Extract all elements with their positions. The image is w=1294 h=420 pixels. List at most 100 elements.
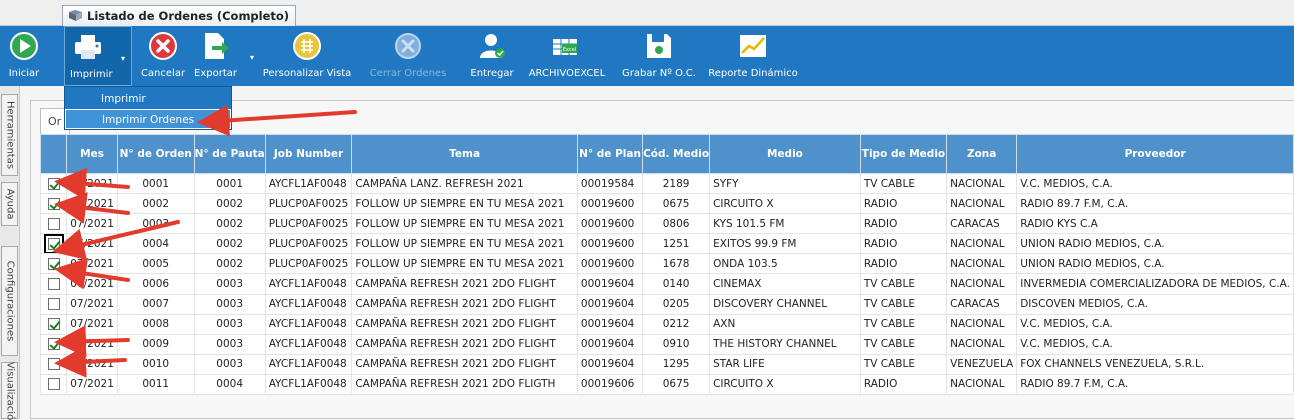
column-header[interactable]: Tipo de Medio [859,134,948,174]
orders-table: Mes N° de Orden N° de Pauta Job Number Tema N… [39,134,1294,396]
menu-item-imprimir-ordenes[interactable]: Imprimir Ordenes [65,109,231,129]
column-header[interactable]: Medio [709,134,861,174]
imprimir-button[interactable]: ▾ Imprimir [64,26,132,86]
table-row[interactable]: 07/2021 0009 0003 AYCFL1AF0048 CAMPAÑA REFRE… [39,333,1294,355]
cell-plan: 00019604 [576,273,644,295]
exportar-dropdown-icon: ▾ [250,53,255,62]
menu-item-imprimir[interactable]: Imprimir [65,89,231,109]
row-checkbox[interactable] [47,278,60,291]
row-checkbox[interactable] [47,318,60,331]
iniciar-button[interactable]: Iniciar [4,26,44,86]
exportar-button[interactable]: ▾ Exportar [190,26,254,86]
table-row[interactable]: 07/2021 0008 0003 AYCFL1AF0048 CAMPAÑA REFRE… [39,313,1294,335]
excel-icon: Excel [553,39,577,55]
column-header[interactable]: N° de Orden [116,134,195,174]
cell-cod: 1251 [642,233,711,255]
cell-tipo: TV CABLE [859,172,948,195]
visualizacion-tab[interactable]: Visualizació [1,361,18,420]
row-checkbox[interactable] [47,358,60,371]
entregar-button[interactable]: Entregar [465,26,519,86]
row-checkbox[interactable] [47,177,60,190]
cell-tipo: TV CABLE [859,353,948,375]
table-row[interactable]: 07/2021 0003 0002 PLUCP0AF0025 FOLLOW UP SIE… [39,213,1294,235]
cell-proveedor: INVERMEDIA COMERCIALIZADORA DE MEDIOS, C… [1016,273,1294,295]
cell-mes: 07/2021 [66,353,118,375]
configuraciones-tab[interactable]: Configuraciones [1,246,18,356]
cell-proveedor: V.C. MEDIOS, C.A. [1016,333,1294,355]
column-header[interactable]: Job Number [264,134,353,174]
document-tab[interactable]: Listado de Ordenes (Completo) [62,5,297,26]
cell-medio: THE HISTORY CHANNEL [709,333,861,355]
cell-tema: CAMPAÑA LANZ. REFRESH 2021 [351,172,578,195]
cell-medio: AXN [709,313,861,335]
row-checkbox[interactable] [47,338,60,351]
row-checkbox[interactable] [47,217,60,230]
printer-icon [75,35,101,59]
ribbon-toolbar: Iniciar ▾ Imprimir Cancelar ▾ Exportar P… [0,26,1294,86]
cell-mes: 07/2021 [66,213,118,235]
personalizar-vista-button[interactable]: Personalizar Vista [262,26,352,86]
cerrar-ordenes-label: Cerrar Ordenes [369,68,447,79]
side-panel-tabs: Herramientas Ayuda Configuraciones Visua… [0,86,20,420]
cell-plan: 00019600 [576,233,644,255]
cell-plan: 00019604 [576,313,644,335]
exportar-label: Exportar [194,68,237,79]
column-header[interactable]: Proveedor [1016,134,1294,174]
archivoexcel-button[interactable]: Excel ARCHIVOEXCEL [522,26,612,86]
grid-view-icon [293,32,321,60]
cell-cod: 2189 [642,172,711,195]
column-header[interactable]: N° de Pauta [193,134,266,174]
row-checkbox[interactable] [47,378,60,391]
row-checkbox[interactable] [47,257,60,270]
cell-pauta: 0002 [193,253,266,275]
print-dropdown-menu: Imprimir Imprimir Ordenes [64,86,232,130]
cell-tema: CAMPAÑA REFRESH 2021 2DO FLIGHT [351,293,578,315]
row-select-cell [39,313,68,335]
cell-zona: NACIONAL [946,313,1018,335]
reporte-dinamico-label: Reporte Dinámico [708,68,798,79]
cancelar-button[interactable]: Cancelar [140,26,186,86]
table-row[interactable]: 07/2021 0002 0002 PLUCP0AF0025 FOLLOW UP SIE… [39,193,1294,215]
table-row[interactable]: 07/2021 0005 0002 PLUCP0AF0025 FOLLOW UP SIE… [39,253,1294,275]
cell-proveedor: FOX CHANNELS VENEZUELA, S.R.L. [1016,353,1294,375]
column-header[interactable]: Cód. Medio [642,134,711,174]
column-header[interactable]: N° de Plan [576,134,644,174]
ayuda-tab[interactable]: Ayuda [1,182,18,226]
table-row[interactable]: 07/2021 0004 0002 PLUCP0AF0025 FOLLOW UP SIE… [39,233,1294,255]
cell-mes: 07/2021 [66,333,118,355]
column-header[interactable]: Mes [66,134,118,174]
table-row[interactable]: 07/2021 0001 0001 AYCFL1AF0048 CAMPAÑA LANZ.… [39,172,1294,195]
grabar-oc-button[interactable]: Grabar Nº O.C. [615,26,703,86]
iniciar-label: Iniciar [8,68,40,79]
cell-orden: 0007 [116,293,195,315]
cerrar-ordenes-button[interactable]: Cerrar Ordenes [355,26,461,86]
cell-medio: DISCOVERY CHANNEL [709,293,861,315]
cell-mes: 07/2021 [66,233,118,255]
table-row[interactable]: 07/2021 0006 0003 AYCFL1AF0048 CAMPAÑA REFRE… [39,273,1294,295]
herramientas-tab-label: Herramientas [4,100,15,170]
row-select-cell [39,373,68,396]
cell-job: AYCFL1AF0048 [264,172,353,195]
chart-report-icon [740,35,766,57]
cell-orden: 0002 [116,193,195,215]
row-select-cell [39,193,68,215]
cell-tema: CAMPAÑA REFRESH 2021 2DO FLIGHT [351,273,578,295]
table-row[interactable]: 07/2021 0010 0003 AYCFL1AF0048 CAMPAÑA REFRE… [39,353,1294,375]
table-row[interactable]: 07/2021 0007 0003 AYCFL1AF0048 CAMPAÑA REFRE… [39,293,1294,315]
row-checkbox[interactable] [47,197,60,210]
column-header[interactable]: Tema [351,134,578,174]
cell-cod: 1678 [642,253,711,275]
table-row[interactable]: 07/2021 0011 0004 AYCFL1AF0048 CAMPAÑA REFRE… [39,373,1294,396]
reporte-dinamico-button[interactable]: Reporte Dinámico [705,26,801,86]
column-header[interactable]: Zona [946,134,1018,174]
row-checkbox[interactable] [43,234,64,253]
row-checkbox[interactable] [47,298,60,311]
select-column-header[interactable] [39,134,68,174]
herramientas-tab[interactable]: Herramientas [1,94,18,176]
cell-tipo: TV CABLE [859,333,948,355]
cell-proveedor: RADIO KYS C.A [1016,213,1294,235]
cell-mes: 07/2021 [66,313,118,335]
cell-tema: CAMPAÑA REFRESH 2021 2DO FLIGHT [351,333,578,355]
cell-tipo: TV CABLE [859,293,948,315]
cell-pauta: 0004 [193,373,266,396]
